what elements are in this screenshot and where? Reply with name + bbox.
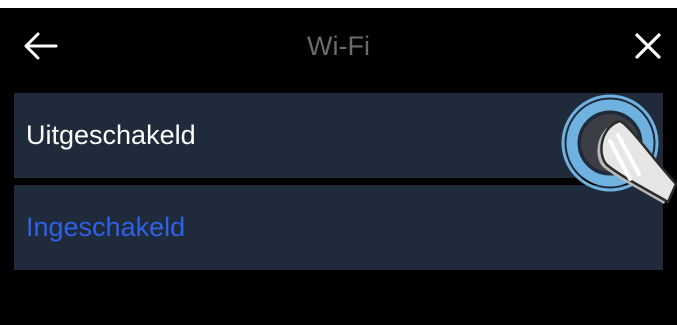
option-ingeschakeld[interactable]: Ingeschakeld <box>14 185 663 270</box>
option-uitgeschakeld[interactable]: Uitgeschakeld <box>14 93 663 178</box>
option-label: Uitgeschakeld <box>26 120 196 150</box>
close-icon <box>635 33 661 59</box>
page-title: Wi-Fi <box>307 31 370 61</box>
option-label: Ingeschakeld <box>26 212 186 242</box>
header-bar: Wi-Fi <box>0 8 677 88</box>
close-button[interactable] <box>625 26 671 66</box>
wifi-screen: Wi-Fi Uitgeschakeld Ingeschakeld <box>0 8 677 325</box>
